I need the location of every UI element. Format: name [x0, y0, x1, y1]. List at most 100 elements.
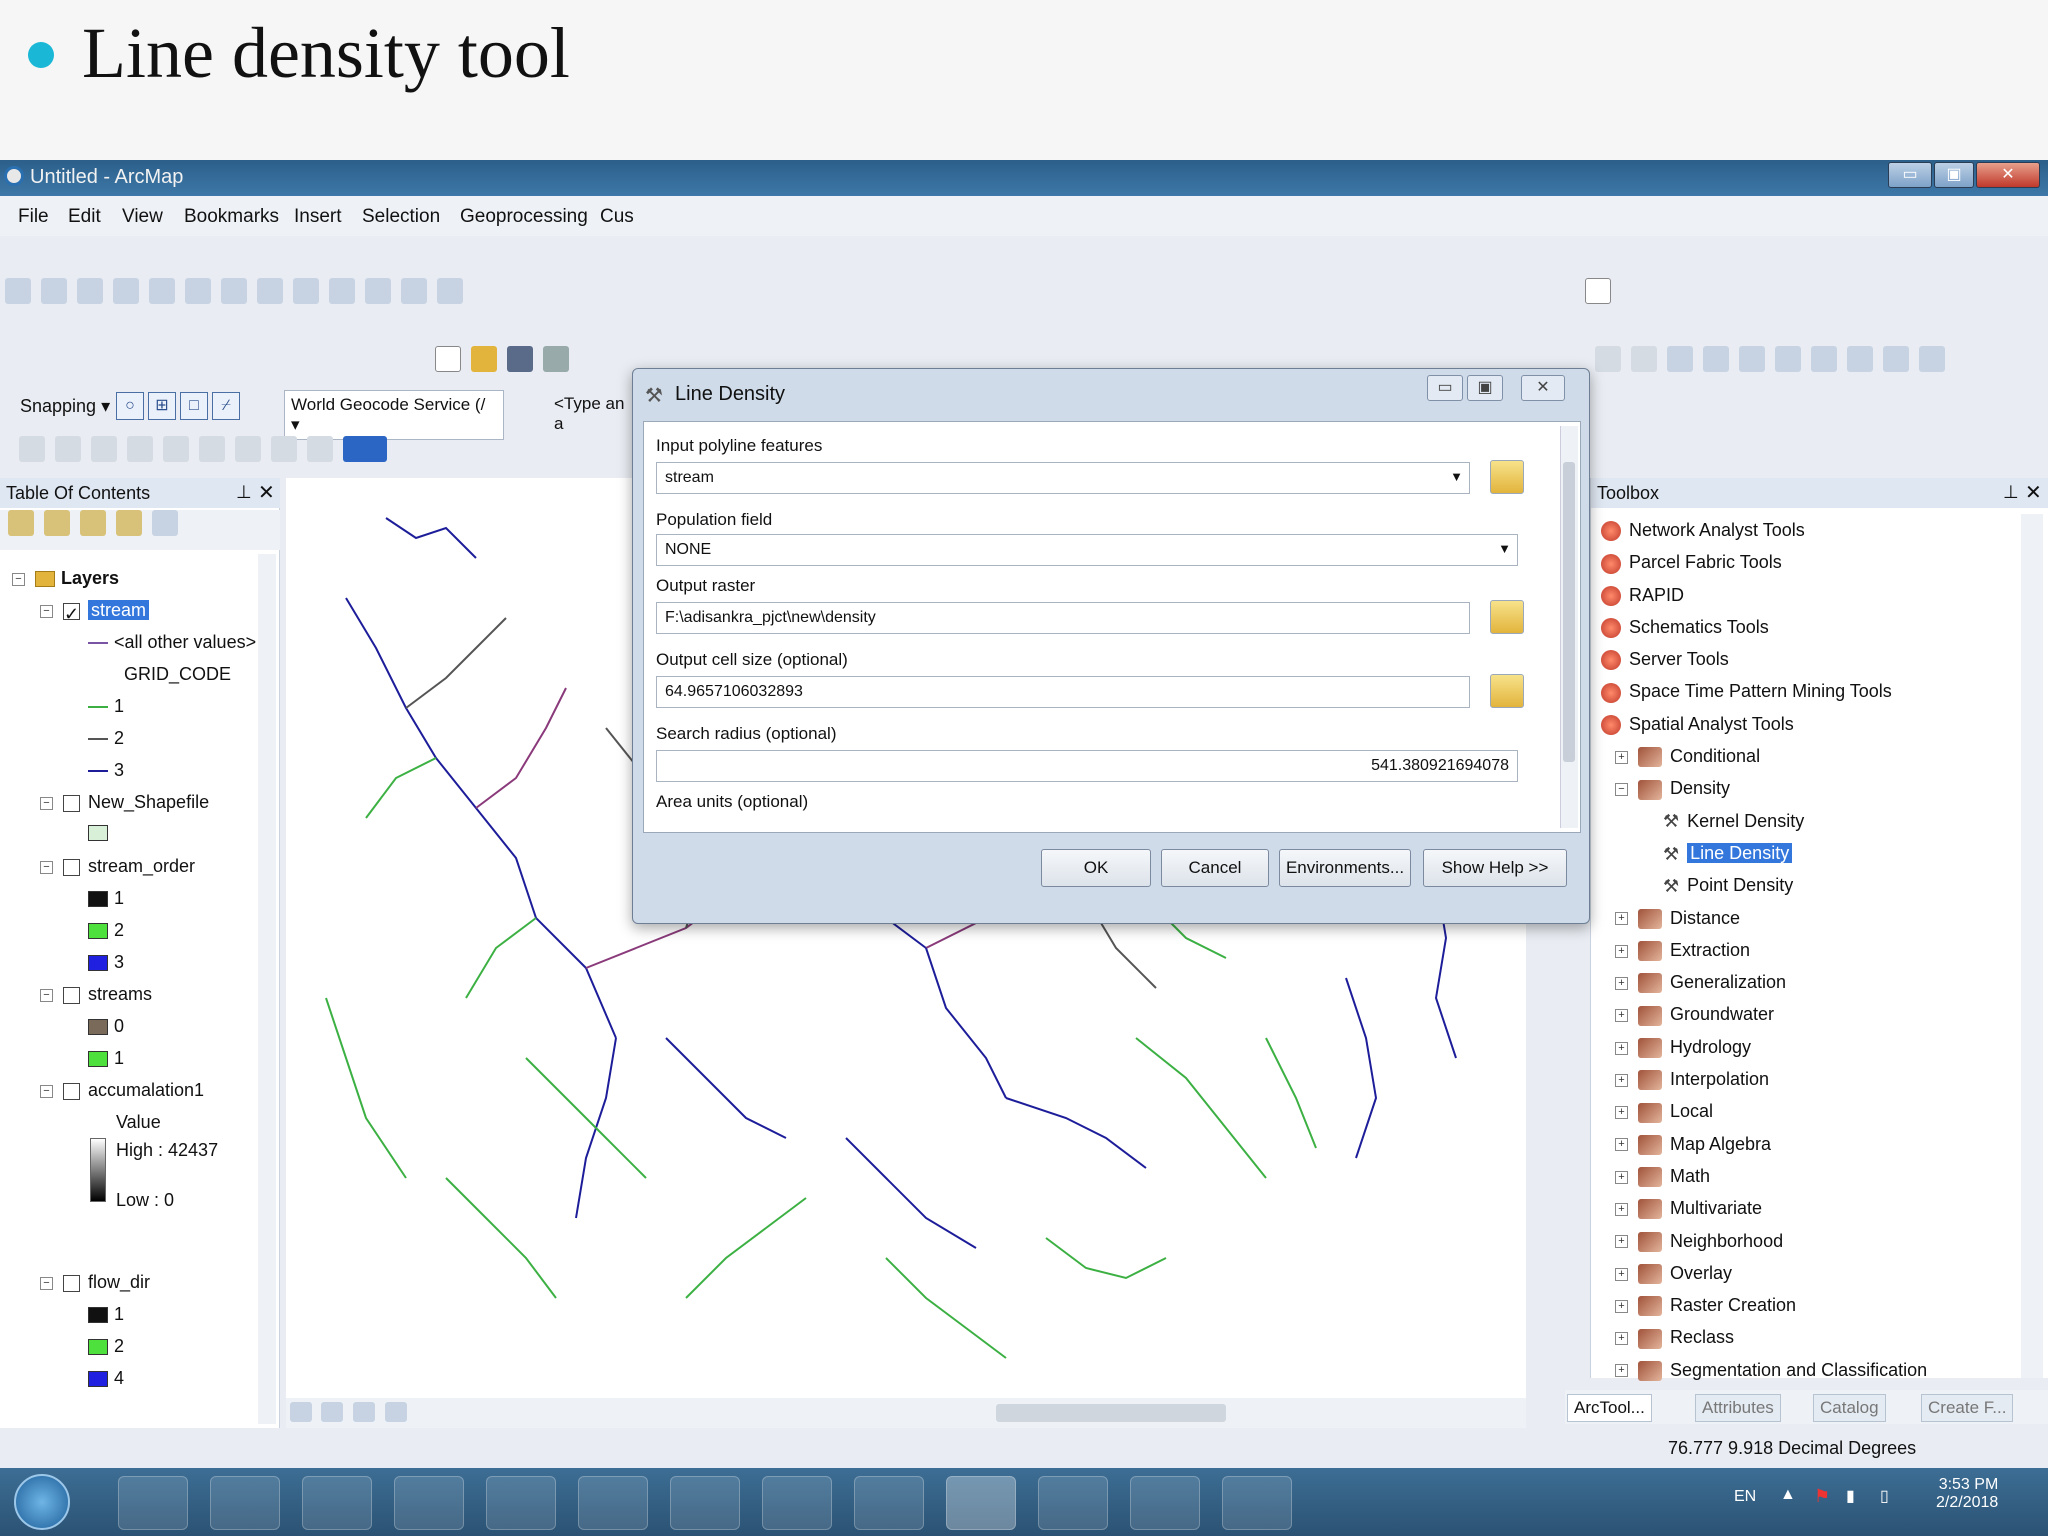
toolbox-item[interactable]: + Hydrology [1601, 1037, 1927, 1069]
pin-icon[interactable]: ⊥ [2003, 482, 2019, 503]
layer-checkbox[interactable] [63, 986, 80, 1004]
expander-icon[interactable]: + [1615, 1202, 1628, 1216]
editor-tool-icon[interactable] [127, 436, 153, 462]
draw-tool-icon[interactable] [1595, 346, 1621, 372]
toolbox-item[interactable]: + Neighborhood [1601, 1231, 1927, 1263]
chrome-icon[interactable] [302, 1476, 372, 1530]
toolbox-item[interactable]: Spatial Analyst Tools [1601, 714, 1927, 746]
toolbox-item[interactable]: Server Tools [1601, 649, 1927, 681]
address-search-input[interactable]: <Type an a [548, 390, 632, 438]
taskbar-clock[interactable]: 3:53 PM 2/2/2018 [1936, 1476, 1998, 1512]
expander-icon[interactable]: + [1615, 1106, 1628, 1120]
expander-icon[interactable]: + [1615, 1332, 1628, 1346]
expander-icon[interactable]: + [1615, 1073, 1628, 1087]
image-viewer-icon[interactable] [1222, 1476, 1292, 1530]
toc-layer-accumalation1[interactable]: − accumalation1 [40, 1080, 204, 1101]
vertex-snapping-icon[interactable]: □ [180, 392, 208, 420]
toc-layer-new-shapefile[interactable]: − New_Shapefile [40, 792, 209, 813]
measure-icon[interactable] [437, 278, 463, 304]
editor-tool-icon[interactable] [55, 436, 81, 462]
layer-checkbox[interactable] [63, 858, 80, 876]
toolbox-item[interactable]: + Local [1601, 1101, 1927, 1133]
expander-icon[interactable]: + [1615, 1170, 1628, 1184]
sticky-notes-icon[interactable] [854, 1476, 924, 1530]
print-icon[interactable] [543, 346, 569, 372]
dialog-minimize-button[interactable]: ▭ [1427, 375, 1463, 401]
expander-icon[interactable]: + [1615, 976, 1628, 990]
toolbox-item[interactable]: + Distance [1601, 908, 1927, 940]
expander-icon[interactable]: + [1615, 1267, 1628, 1281]
maximize-button[interactable]: ▣ [1934, 162, 1974, 188]
toc-root[interactable]: − Layers [12, 568, 119, 589]
layout-tool-icon[interactable] [1585, 278, 1611, 304]
menu-insert[interactable]: Insert [294, 206, 342, 228]
tray-expand-icon[interactable]: ▲ [1780, 1486, 1796, 1504]
draw-tool-icon[interactable] [1919, 346, 1945, 372]
tab-arctoolbox[interactable]: ArcTool... [1567, 1394, 1652, 1422]
output-raster-input[interactable]: F:\adisankra_pjct\new\density [656, 602, 1470, 634]
matlab-icon[interactable] [578, 1476, 648, 1530]
draw-tool-icon[interactable] [1811, 346, 1837, 372]
expander-icon[interactable]: + [1615, 1138, 1628, 1152]
list-by-visibility-icon[interactable] [80, 510, 106, 536]
draw-tool-icon[interactable] [1739, 346, 1765, 372]
toolbox-item[interactable]: + Generalization [1601, 972, 1927, 1004]
toc-layer-stream[interactable]: − ✓ stream [40, 600, 150, 624]
editor-tool-icon[interactable] [199, 436, 225, 462]
expander-icon[interactable]: + [1615, 1041, 1628, 1055]
editor-tool-icon[interactable] [235, 436, 261, 462]
word-icon[interactable] [486, 1476, 556, 1530]
file-explorer-icon[interactable] [1038, 1476, 1108, 1530]
editor-tool-icon[interactable] [163, 436, 189, 462]
expander-icon[interactable]: + [1615, 1235, 1628, 1249]
toolbox-item[interactable]: ⚒ Kernel Density [1601, 811, 1927, 843]
toc-layer-streams[interactable]: − streams [40, 984, 152, 1005]
toolbox-item[interactable]: + Reclass [1601, 1327, 1927, 1359]
browse-folder-icon[interactable] [1490, 674, 1524, 708]
tab-create-features[interactable]: Create F... [1921, 1394, 2014, 1422]
show-help-button[interactable]: Show Help >> [1423, 849, 1567, 887]
environments-button[interactable]: Environments... [1279, 849, 1411, 887]
draw-tool-icon[interactable] [1667, 346, 1693, 372]
layer-checkbox[interactable] [63, 1082, 80, 1100]
arcmap-taskbar-icon[interactable] [946, 1476, 1016, 1530]
toc-close-icon[interactable]: ✕ [258, 480, 275, 505]
toolbox-item[interactable]: + Segmentation and Classification [1601, 1360, 1927, 1392]
snipping-tool-icon[interactable] [1130, 1476, 1200, 1530]
editor-tool-icon[interactable] [19, 436, 45, 462]
zoom-in-icon[interactable] [5, 278, 31, 304]
identify-icon[interactable] [365, 278, 391, 304]
pause-icon[interactable] [385, 1402, 407, 1422]
geocoder-select[interactable]: World Geocode Service (/ ▾ [284, 390, 504, 440]
media-player-icon[interactable] [118, 1476, 188, 1530]
full-extent-icon[interactable] [113, 278, 139, 304]
new-document-icon[interactable] [435, 346, 461, 372]
toolbox-item[interactable]: + Multivariate [1601, 1198, 1927, 1230]
toolbox-item[interactable]: ⚒ Line Density [1601, 842, 1927, 875]
input-features-select[interactable]: stream ▼ [656, 462, 1470, 494]
toolbox-item[interactable]: + Math [1601, 1166, 1927, 1198]
menu-customize[interactable]: Cus [600, 206, 634, 228]
toolbox-item[interactable]: + Interpolation [1601, 1069, 1927, 1101]
find-icon[interactable] [401, 278, 427, 304]
language-indicator[interactable]: EN [1734, 1488, 1756, 1506]
toolbox-item[interactable]: + Extraction [1601, 940, 1927, 972]
search-radius-input[interactable]: 541.380921694078 [656, 750, 1518, 782]
toc-options-icon[interactable] [152, 510, 178, 536]
toolbox-item[interactable]: Network Analyst Tools [1601, 520, 1927, 552]
menu-view[interactable]: View [122, 206, 163, 228]
expander-icon[interactable]: + [1615, 750, 1628, 764]
open-icon[interactable] [471, 346, 497, 372]
pin-icon[interactable]: ⊥ [236, 482, 252, 503]
menu-file[interactable]: File [18, 206, 49, 228]
expander-icon[interactable]: + [1615, 1009, 1628, 1023]
color-picker-icon[interactable] [343, 436, 387, 462]
minimize-button[interactable]: ▭ [1888, 162, 1932, 188]
layer-checkbox[interactable] [63, 794, 80, 812]
menu-geoprocessing[interactable]: Geoprocessing [460, 206, 588, 228]
fixed-zoom-out-icon[interactable] [185, 278, 211, 304]
layout-view-icon[interactable] [321, 1402, 343, 1422]
refresh-icon[interactable] [353, 1402, 375, 1422]
internet-explorer-icon[interactable] [210, 1476, 280, 1530]
save-icon[interactable] [507, 346, 533, 372]
